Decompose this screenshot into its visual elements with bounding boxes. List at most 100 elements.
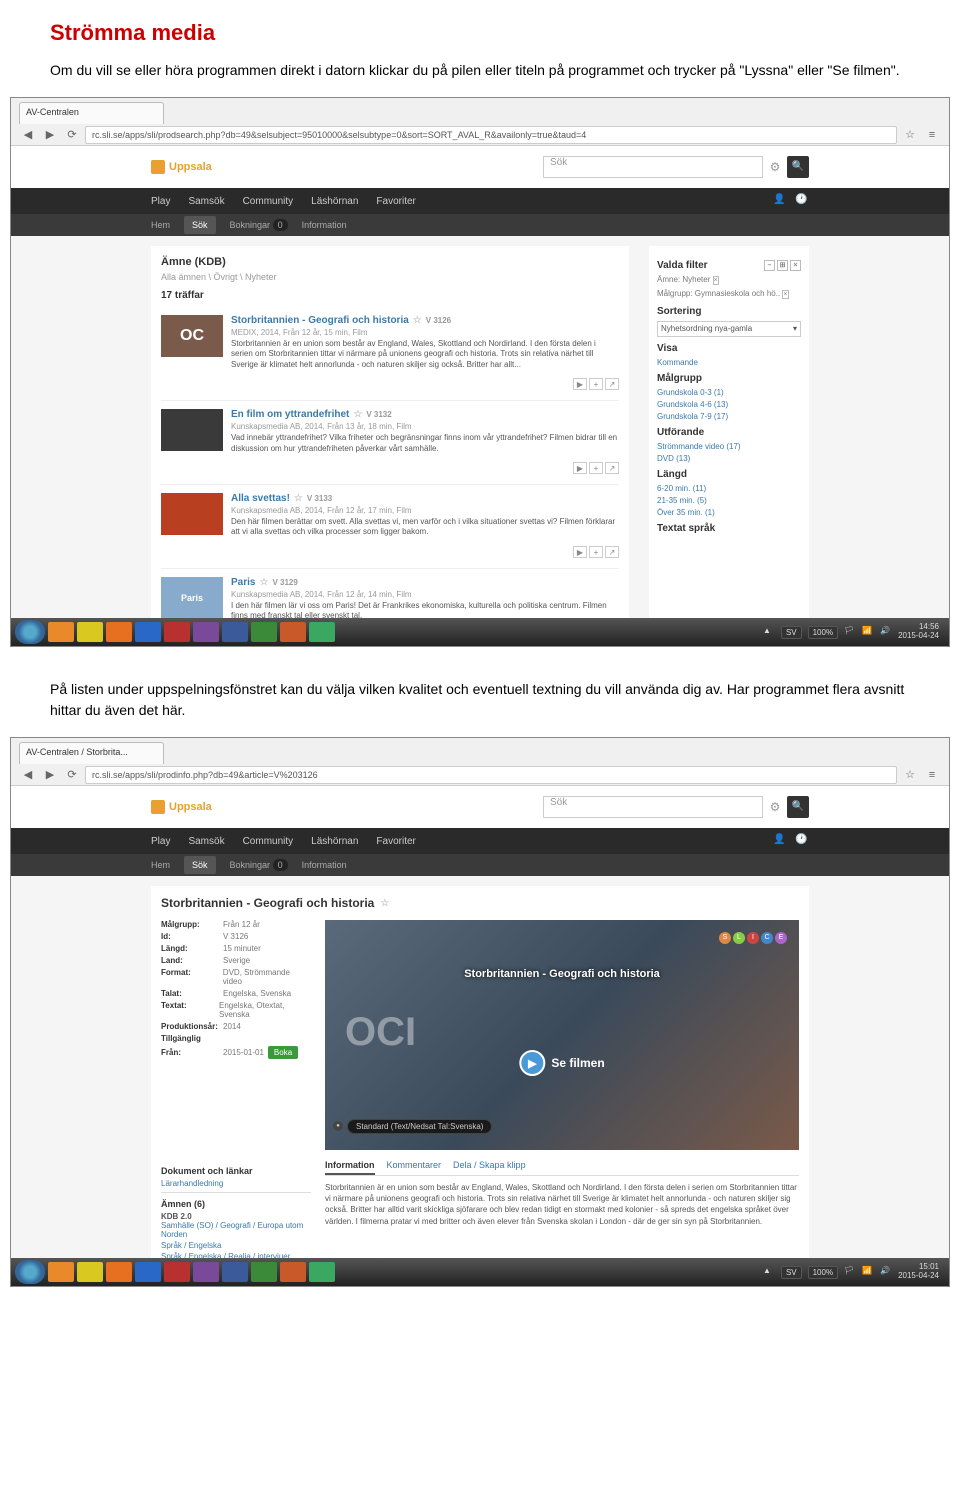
play-button[interactable]: ▶Se filmen [519, 1050, 604, 1076]
bookmark-icon[interactable]: ☆ [901, 126, 919, 144]
reload-icon[interactable]: ⟳ [63, 766, 81, 784]
tray-lang[interactable]: SV [781, 626, 802, 639]
taskbar-icon[interactable] [106, 1262, 132, 1282]
play-icon[interactable]: ▶ [573, 378, 587, 390]
taskbar-icon[interactable] [193, 622, 219, 642]
menu-icon[interactable]: ≡ [923, 766, 941, 784]
clock-icon[interactable]: 🕐 [795, 194, 809, 208]
star-icon[interactable]: ☆ [294, 493, 303, 504]
browser-tab[interactable]: AV-Centralen [19, 102, 164, 124]
breadcrumb[interactable]: Alla ämnen \ Övrigt \ Nyheter [161, 272, 619, 282]
user-icon[interactable]: 👤 [773, 834, 787, 848]
result-title-link[interactable]: Storbritannien - Geografi och historia [231, 315, 409, 326]
taskbar-icon[interactable] [135, 622, 161, 642]
malgrupp-link[interactable]: Grundskola 4-6 (13) [657, 400, 801, 409]
forward-icon[interactable]: ▶ [41, 126, 59, 144]
grid-icon[interactable]: ⊞ [777, 260, 788, 271]
langd-link[interactable]: 21-35 min. (5) [657, 496, 801, 505]
taskbar-icon[interactable] [251, 622, 277, 642]
tray-lang[interactable]: SV [781, 1266, 802, 1279]
bookmark-icon[interactable]: ☆ [901, 766, 919, 784]
result-title-link[interactable]: En film om yttrandefrihet [231, 409, 349, 420]
taskbar-icon[interactable] [48, 622, 74, 642]
close-icon[interactable]: × [790, 260, 801, 271]
sort-select[interactable]: Nyhetsordning nya-gamla [657, 321, 801, 337]
star-icon[interactable]: ☆ [259, 577, 268, 588]
star-icon[interactable]: ☆ [380, 898, 389, 909]
remove-filter-icon[interactable]: × [713, 276, 719, 285]
tray-up-icon[interactable]: ▲ [763, 1266, 775, 1278]
quality-radio[interactable]: ● [333, 1121, 343, 1131]
result-title-link[interactable]: Alla svettas! [231, 493, 290, 504]
subnav-bok[interactable]: Bokningar 0 [230, 860, 288, 870]
taskbar-icon[interactable] [280, 622, 306, 642]
taskbar-icon[interactable] [106, 622, 132, 642]
share-icon[interactable]: ↗ [605, 546, 619, 558]
subnav-sok[interactable]: Sök [184, 216, 216, 234]
start-button[interactable] [15, 1260, 45, 1284]
tray-zoom[interactable]: 100% [808, 626, 838, 639]
subnav-bok[interactable]: Bokningar 0 [230, 220, 288, 230]
play-icon[interactable]: ▶ [573, 546, 587, 558]
taskbar-icon[interactable] [164, 622, 190, 642]
utforande-link[interactable]: DVD (13) [657, 454, 801, 463]
amne-link[interactable]: Samhälle (SO) / Geografi / Europa utom N… [161, 1221, 311, 1239]
search-input[interactable]: Sök [543, 156, 763, 178]
subnav-info[interactable]: Information [302, 860, 347, 870]
nav-lashornan[interactable]: Läshörnan [311, 836, 358, 847]
taskbar-icon[interactable] [251, 1262, 277, 1282]
collapse-icon[interactable]: – [764, 260, 775, 271]
taskbar-icon[interactable] [222, 622, 248, 642]
search-button[interactable]: 🔍 [787, 796, 809, 818]
result-thumbnail[interactable] [161, 315, 223, 357]
taskbar-icon[interactable] [77, 1262, 103, 1282]
nav-samsok[interactable]: Samsök [188, 836, 224, 847]
boka-button[interactable]: Boka [268, 1046, 298, 1059]
nav-lashornan[interactable]: Läshörnan [311, 196, 358, 207]
result-thumbnail[interactable] [161, 409, 223, 451]
langd-link[interactable]: 6-20 min. (11) [657, 484, 801, 493]
result-title-link[interactable]: Paris [231, 577, 255, 588]
back-icon[interactable]: ◀ [19, 766, 37, 784]
amne-link[interactable]: Språk / Engelska [161, 1241, 311, 1250]
taskbar-icon[interactable] [48, 1262, 74, 1282]
result-thumbnail[interactable]: Paris [161, 577, 223, 618]
malgrupp-link[interactable]: Grundskola 0-3 (1) [657, 388, 801, 397]
tray-vol-icon[interactable]: 🔊 [880, 1266, 892, 1278]
user-icon[interactable]: 👤 [773, 194, 787, 208]
add-icon[interactable]: + [589, 462, 603, 474]
remove-filter-icon[interactable]: × [782, 290, 788, 299]
langd-link[interactable]: Över 35 min. (1) [657, 508, 801, 517]
tab-kommentarer[interactable]: Kommentarer [387, 1160, 442, 1175]
forward-icon[interactable]: ▶ [41, 766, 59, 784]
tab-information[interactable]: Information [325, 1160, 375, 1175]
star-icon[interactable]: ☆ [413, 315, 422, 326]
browser-tab[interactable]: AV-Centralen / Storbrita... [19, 742, 164, 764]
taskbar-icon[interactable] [164, 1262, 190, 1282]
tray-vol-icon[interactable]: 🔊 [880, 626, 892, 638]
malgrupp-link[interactable]: Grundskola 7-9 (17) [657, 412, 801, 421]
search-button[interactable]: 🔍 [787, 156, 809, 178]
tray-clock[interactable]: 14:562015-04-24 [898, 623, 939, 641]
taskbar-icon[interactable] [77, 622, 103, 642]
gear-icon[interactable]: ⚙ [767, 159, 783, 175]
tray-zoom[interactable]: 100% [808, 1266, 838, 1279]
search-input[interactable]: Sök [543, 796, 763, 818]
quality-select[interactable]: Standard (Text/Nedsat Tal:Svenska) [347, 1119, 492, 1134]
visa-link[interactable]: Kommande [657, 358, 801, 367]
url-bar[interactable]: rc.sli.se/apps/sli/prodinfo.php?db=49&ar… [85, 766, 897, 784]
nav-play[interactable]: Play [151, 196, 170, 207]
nav-community[interactable]: Community [243, 836, 294, 847]
add-icon[interactable]: + [589, 378, 603, 390]
tab-dela[interactable]: Dela / Skapa klipp [453, 1160, 526, 1175]
logo[interactable]: Uppsala [151, 160, 212, 174]
subnav-hem[interactable]: Hem [151, 860, 170, 870]
taskbar-icon[interactable] [280, 1262, 306, 1282]
dokument-link[interactable]: Lärarhandledning [161, 1179, 311, 1188]
subnav-info[interactable]: Information [302, 220, 347, 230]
video-player[interactable]: SLICE Storbritannien - Geografi och hist… [325, 920, 799, 1150]
taskbar-icon[interactable] [193, 1262, 219, 1282]
nav-community[interactable]: Community [243, 196, 294, 207]
clock-icon[interactable]: 🕐 [795, 834, 809, 848]
utforande-link[interactable]: Strömmande video (17) [657, 442, 801, 451]
